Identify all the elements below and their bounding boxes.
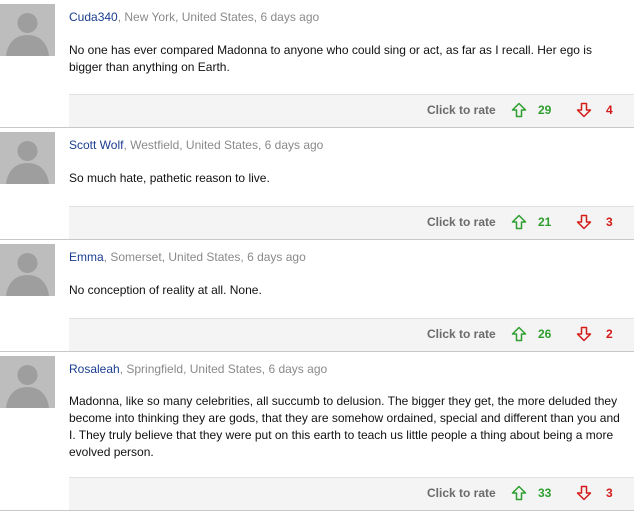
rating-bar: Click to rate 26 2 [69, 318, 634, 351]
comment-meta: Rosaleah, Springfield, United States, 6 … [69, 362, 327, 376]
comment-location-date: , Springfield, United States, 6 days ago [119, 362, 328, 376]
comment-location-date: , Westfield, United States, 6 days ago [123, 138, 324, 152]
downvote-count: 3 [606, 215, 613, 229]
avatar-icon [0, 4, 55, 56]
arrow-down-icon[interactable] [576, 214, 592, 230]
avatar-icon [0, 244, 55, 296]
upvote-count: 26 [538, 327, 552, 341]
comment-text: So much hate, pathetic reason to live. [69, 171, 270, 185]
rating-bar: Click to rate 33 3 [69, 477, 634, 510]
comment-text: No one has ever compared Madonna to anyo… [69, 43, 592, 74]
author-link[interactable]: Emma [69, 250, 104, 264]
arrow-up-icon[interactable] [511, 485, 527, 501]
comment-item: Emma, Somerset, United States, 6 days ag… [0, 240, 634, 352]
comment-meta: Scott Wolf, Westfield, United States, 6 … [69, 138, 323, 152]
comment-location-date: , New York, United States, 6 days ago [117, 10, 320, 24]
comment-text: No conception of reality at all. None. [69, 283, 262, 297]
upvote-count: 29 [538, 103, 552, 117]
comment-text: Madonna, like so many celebrities, all s… [69, 394, 620, 459]
author-link[interactable]: Rosaleah [69, 362, 120, 376]
avatar-icon [0, 356, 55, 408]
arrow-up-icon[interactable] [511, 214, 527, 230]
downvote-count: 3 [606, 486, 613, 500]
comment-meta: Cuda340, New York, United States, 6 days… [69, 10, 319, 24]
arrow-down-icon[interactable] [576, 485, 592, 501]
rating-bar: Click to rate 21 3 [69, 206, 634, 239]
arrow-up-icon[interactable] [511, 102, 527, 118]
upvote-count: 33 [538, 486, 552, 500]
downvote-count: 2 [606, 327, 613, 341]
click-to-rate-label: Click to rate [427, 327, 496, 341]
click-to-rate-label: Click to rate [427, 215, 496, 229]
click-to-rate-label: Click to rate [427, 486, 496, 500]
author-link[interactable]: Cuda340 [69, 10, 118, 24]
rating-bar: Click to rate 29 4 [69, 94, 634, 127]
downvote-count: 4 [606, 103, 613, 117]
comment-meta: Emma, Somerset, United States, 6 days ag… [69, 250, 306, 264]
comment-item: Rosaleah, Springfield, United States, 6 … [0, 352, 634, 511]
author-link[interactable]: Scott Wolf [69, 138, 123, 152]
upvote-count: 21 [538, 215, 552, 229]
comment-location-date: , Somerset, United States, 6 days ago [103, 250, 306, 264]
arrow-down-icon[interactable] [576, 102, 592, 118]
comment-item: Scott Wolf, Westfield, United States, 6 … [0, 128, 634, 240]
click-to-rate-label: Click to rate [427, 103, 496, 117]
comment-item: Cuda340, New York, United States, 6 days… [0, 0, 634, 128]
comment-list: Cuda340, New York, United States, 6 days… [0, 0, 634, 511]
arrow-down-icon[interactable] [576, 326, 592, 342]
avatar-icon [0, 132, 55, 184]
arrow-up-icon[interactable] [511, 326, 527, 342]
